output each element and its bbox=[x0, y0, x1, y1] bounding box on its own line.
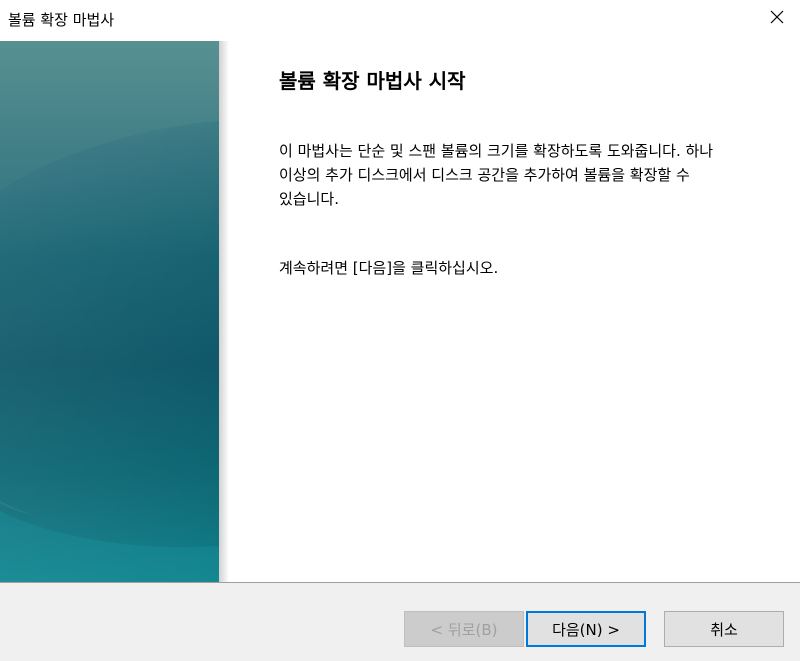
button-bar: < 뒤로(B) 다음(N) > 취소 bbox=[0, 583, 800, 661]
next-button[interactable]: 다음(N) > bbox=[526, 611, 646, 647]
banner-decoration bbox=[0, 41, 219, 582]
cancel-button[interactable]: 취소 bbox=[664, 611, 784, 647]
back-button[interactable]: < 뒤로(B) bbox=[404, 611, 524, 647]
wizard-window: 볼륨 확장 마법사 볼륨 확장 마법사 시작 이 마법사는 단순 및 스팬 볼륨… bbox=[0, 0, 800, 661]
title-bar: 볼륨 확장 마법사 bbox=[0, 0, 800, 40]
instruction-text: 계속하려면 [다음]을 클릭하십시오. bbox=[279, 259, 499, 277]
description-text: 이 마법사는 단순 및 스팬 볼륨의 크기를 확장하도록 도와줍니다. 하나 이… bbox=[279, 142, 714, 208]
window-title: 볼륨 확장 마법사 bbox=[8, 11, 115, 29]
close-icon bbox=[770, 9, 784, 28]
wizard-content: 볼륨 확장 마법사 시작 이 마법사는 단순 및 스팬 볼륨의 크기를 확장하도… bbox=[279, 41, 769, 278]
close-button[interactable] bbox=[754, 0, 800, 36]
banner-shadow bbox=[219, 41, 229, 582]
page-title: 볼륨 확장 마법사 시작 bbox=[279, 69, 466, 93]
wizard-banner bbox=[0, 41, 219, 582]
